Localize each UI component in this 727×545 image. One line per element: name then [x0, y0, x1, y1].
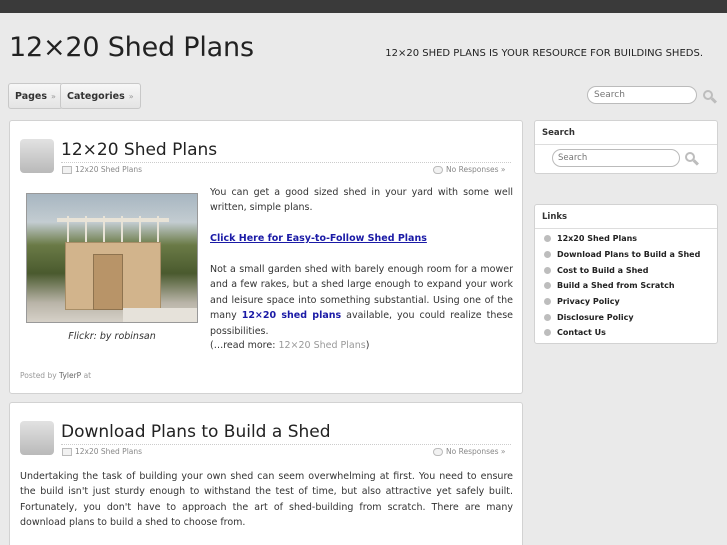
post-category-label: 12x20 Shed Plans	[75, 165, 143, 174]
comment-icon	[433, 165, 443, 174]
bullet-icon	[544, 235, 551, 243]
post-comments-label: No Responses »	[446, 165, 506, 174]
post-intro: You can get a good sized shed in your ya…	[210, 187, 513, 214]
chevron-down-icon: »	[128, 91, 134, 101]
nav-pages-button[interactable]: Pages »	[8, 83, 63, 109]
post-comments-link[interactable]: No Responses »	[433, 165, 505, 174]
post-article: 12×20 Shed Plans 12x20 Shed Plans No Res…	[9, 120, 523, 394]
image-caption: Flickr: by robinsan	[68, 331, 156, 342]
post-body: Not a small garden shed with barely enou…	[210, 262, 513, 339]
sidebar-link-label: Download Plans to Build a Shed	[557, 250, 701, 260]
sidebar-search-widget: Search	[534, 120, 718, 174]
widget-divider	[535, 228, 717, 229]
read-more-line: (…read more: 12×20 Shed Plans)	[210, 338, 513, 353]
post-article: Download Plans to Build a Shed 12x20 She…	[9, 402, 523, 545]
widget-divider	[535, 144, 717, 145]
widget-title: Links	[542, 212, 568, 222]
bullet-icon	[544, 266, 551, 274]
bullet-icon	[544, 313, 551, 321]
post-image	[26, 193, 198, 323]
meta-divider	[61, 444, 511, 445]
header-search-input[interactable]	[587, 86, 697, 104]
sidebar-link-label: 12x20 Shed Plans	[557, 234, 638, 244]
sidebar-link-label: Build a Shed from Scratch	[557, 281, 675, 291]
category-icon	[62, 165, 72, 174]
sidebar-link-label: Cost to Build a Shed	[557, 265, 649, 275]
post-comments-label: No Responses »	[446, 447, 506, 456]
comment-icon	[433, 447, 443, 456]
bullet-icon	[544, 251, 551, 259]
sidebar-link-label: Disclosure Policy	[557, 312, 634, 322]
byline-suffix: at	[81, 371, 92, 380]
byline-prefix: Posted by	[20, 371, 60, 380]
sidebar-links-widget: Links 12x20 Shed Plans Download Plans to…	[534, 204, 718, 344]
site-title[interactable]: 12×20 Shed Plans	[9, 32, 254, 63]
search-icon[interactable]	[703, 90, 718, 104]
sidebar-link[interactable]: 12x20 Shed Plans	[544, 231, 700, 247]
read-more-prefix: (…read more:	[210, 340, 279, 351]
sidebar-link[interactable]: Privacy Policy	[544, 294, 700, 310]
post-body: Undertaking the task of building your ow…	[20, 471, 513, 529]
sidebar-link[interactable]: Build a Shed from Scratch	[544, 278, 700, 294]
post-category[interactable]: 12x20 Shed Plans	[62, 447, 142, 456]
meta-divider	[61, 162, 511, 163]
post-byline: Posted by TylerP at	[20, 371, 91, 380]
post-date-box	[20, 421, 54, 455]
shed-plans-cta-link[interactable]: Click Here for Easy-to-Follow Shed Plans	[210, 233, 427, 244]
chevron-down-icon: »	[51, 91, 56, 101]
bullet-icon	[544, 282, 551, 290]
post-category-label: 12x20 Shed Plans	[75, 447, 143, 456]
sidebar-link[interactable]: Download Plans to Build a Shed	[544, 247, 700, 263]
sidebar-search-input[interactable]	[552, 149, 680, 167]
site-tagline: 12×20 SHED PLANS IS YOUR RESOURCE FOR BU…	[385, 48, 703, 59]
sidebar-link[interactable]: Disclosure Policy	[544, 309, 700, 325]
author-link[interactable]: TylerP	[59, 371, 81, 380]
shed-plans-inline-link[interactable]: 12×20 shed plans	[242, 310, 341, 321]
bullet-icon	[544, 298, 551, 306]
post-category[interactable]: 12x20 Shed Plans	[62, 165, 142, 174]
read-more-link[interactable]: 12×20 Shed Plans	[278, 340, 365, 351]
nav-pages-label: Pages	[15, 90, 48, 102]
bullet-icon	[544, 329, 551, 337]
sidebar-link[interactable]: Cost to Build a Shed	[544, 262, 700, 278]
post-title[interactable]: Download Plans to Build a Shed	[61, 422, 331, 442]
sidebar-link-label: Contact Us	[557, 328, 606, 338]
read-more-suffix: )	[365, 340, 370, 351]
sidebar-link[interactable]: Contact Us	[544, 325, 700, 341]
search-icon[interactable]	[685, 152, 700, 166]
sidebar-link-label: Privacy Policy	[557, 297, 620, 307]
post-cta-paragraph: Click Here for Easy-to-Follow Shed Plans	[210, 231, 513, 246]
nav-categories-label: Categories	[67, 90, 125, 102]
post-comments-link[interactable]: No Responses »	[433, 447, 505, 456]
links-list: 12x20 Shed Plans Download Plans to Build…	[544, 231, 700, 341]
post-date-box	[20, 139, 54, 173]
browser-top-bar	[0, 0, 727, 13]
category-icon	[62, 447, 72, 456]
widget-title: Search	[542, 128, 575, 138]
nav-categories-button[interactable]: Categories »	[60, 83, 141, 109]
post-title[interactable]: 12×20 Shed Plans	[61, 140, 217, 160]
